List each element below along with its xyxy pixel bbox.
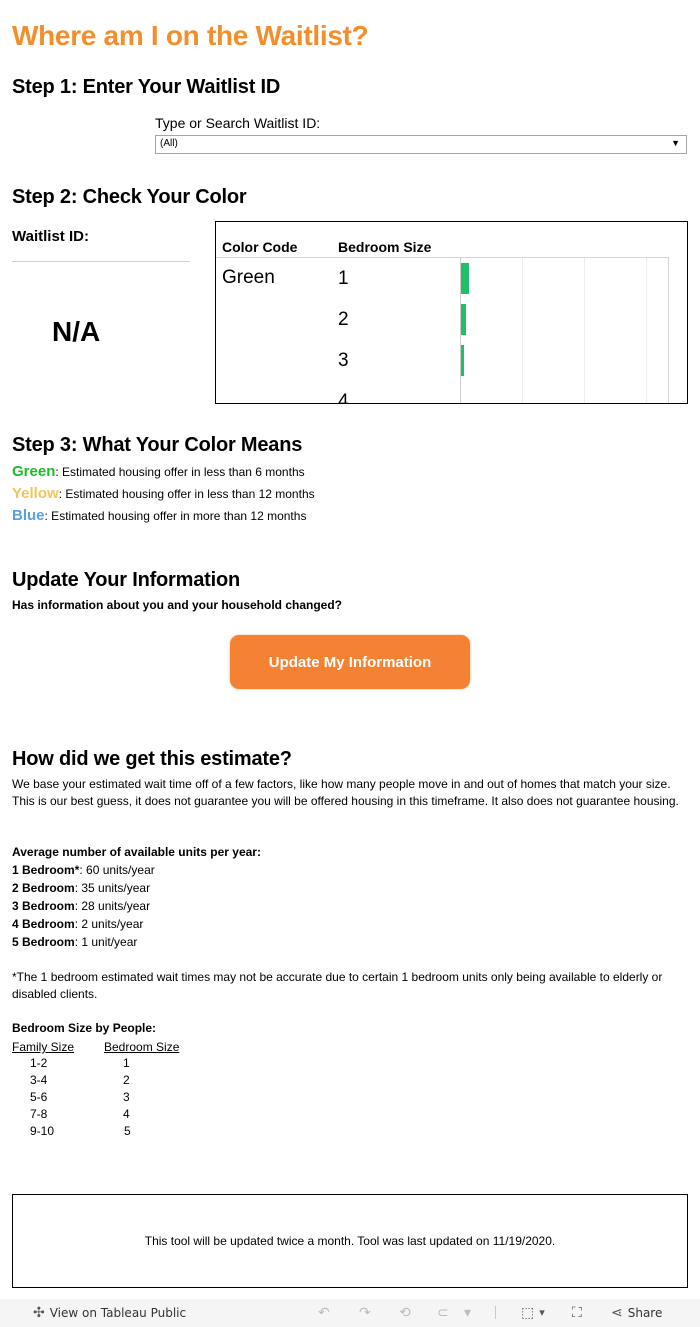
gridline-1 — [522, 258, 523, 403]
bedroom-size-cell: 1 — [123, 1056, 130, 1070]
bedroom-size-cell: 5 — [124, 1124, 131, 1138]
waitlist-id-value: N/A — [52, 316, 101, 347]
units-row-5: 5 Bedroom: 1 unit/year — [12, 935, 137, 949]
units-value: : 2 units/year — [74, 917, 144, 931]
tableau-logo-icon: ✣ — [33, 1305, 45, 1321]
estimate-heading: How did we get this estimate? — [12, 748, 292, 770]
step2-heading: Step 2: Check Your Color — [12, 186, 247, 208]
chevron-down-icon: ▾ — [539, 1306, 545, 1319]
units-label: 5 Bedroom — [12, 935, 75, 949]
legend-yellow-name: Yellow — [12, 485, 59, 502]
tableau-toolbar: ✣ View on Tableau Public ↶ ↷ ⟲ ⊂ ▾ ⬚ ▾ ⛶… — [0, 1299, 700, 1327]
chart-right-border — [668, 258, 669, 403]
units-heading: Average number of available units per ye… — [12, 845, 261, 859]
update-heading: Update Your Information — [12, 569, 240, 591]
bar-bedroom-3[interactable] — [461, 345, 464, 376]
bedroom-label-2: 2 — [338, 309, 349, 330]
family-size-cell: 5-6 — [30, 1090, 48, 1104]
undo-icon: ↶ — [318, 1305, 330, 1321]
col-header-color-code: Color Code — [222, 239, 298, 255]
share-label: Share — [627, 1306, 663, 1320]
bar-bedroom-1[interactable] — [461, 263, 469, 294]
update-note-box: This tool will be updated twice a month.… — [12, 1194, 688, 1288]
legend-green-name: Green — [12, 463, 56, 480]
units-row-1: 1 Bedroom*: 60 units/year — [12, 863, 155, 877]
fullscreen-icon: ⛶ — [572, 1305, 582, 1321]
units-label: 1 Bedroom* — [12, 863, 80, 877]
legend-blue-desc: : Estimated housing offer in more than 1… — [44, 509, 307, 523]
share-button[interactable]: ⋖ Share — [611, 1305, 662, 1321]
bedroom-label-1: 1 — [338, 268, 349, 289]
family-size-cell: 9-10 — [30, 1124, 55, 1138]
family-size-cell: 7-8 — [30, 1107, 48, 1121]
size-heading: Bedroom Size by People: — [12, 1021, 157, 1035]
waitlist-filter-label: Type or Search Waitlist ID: — [155, 115, 321, 131]
refresh-icon: ⊂ — [437, 1305, 449, 1321]
units-value: : 1 unit/year — [74, 935, 138, 949]
header-divider — [216, 257, 669, 258]
family-size-cell: 1-2 — [30, 1056, 48, 1070]
revert-button[interactable]: ⟲ — [399, 1305, 411, 1321]
bedroom-size-cell: 3 — [123, 1090, 130, 1104]
waitlist-id-dropdown[interactable]: (All) ▼ — [155, 135, 687, 154]
col-header-bedroom-size-table: Bedroom Size — [104, 1040, 180, 1054]
legend-yellow-desc: : Estimated housing offer in less than 1… — [58, 487, 315, 501]
col-header-bedroom-size: Bedroom Size — [338, 239, 432, 255]
update-question: Has information about you and your house… — [12, 598, 343, 612]
revert-icon: ⟲ — [399, 1305, 411, 1321]
update-note-text: This tool will be updated twice a month.… — [144, 1234, 556, 1248]
units-row-3: 3 Bedroom: 28 units/year — [12, 899, 150, 913]
chevron-down-icon: ▾ — [464, 1305, 472, 1321]
refresh-menu-button[interactable]: ▾ — [464, 1305, 471, 1321]
legend-green: Green: Estimated housing offer in less t… — [12, 463, 305, 480]
toolbar-separator — [495, 1306, 496, 1319]
gridline-2 — [584, 258, 585, 403]
legend-blue-name: Blue — [12, 507, 45, 524]
units-value: : 28 units/year — [74, 899, 151, 913]
undo-button[interactable]: ↶ — [318, 1305, 330, 1321]
units-label: 3 Bedroom — [12, 899, 75, 913]
units-label: 4 Bedroom — [12, 917, 75, 931]
family-size-cell: 3-4 — [30, 1073, 48, 1087]
dropdown-arrow-icon: ▼ — [671, 138, 680, 148]
footnote: *The 1 bedroom estimated wait times may … — [12, 970, 663, 1001]
update-my-information-button[interactable]: Update My Information — [230, 635, 470, 689]
download-button[interactable]: ⬚ ▾ — [521, 1305, 545, 1321]
step1-heading: Step 1: Enter Your Waitlist ID — [12, 76, 281, 98]
waitlist-id-label: Waitlist ID: — [12, 228, 89, 245]
share-icon: ⋖ — [611, 1305, 623, 1321]
refresh-button[interactable]: ⊂ — [437, 1305, 449, 1321]
units-row-4: 4 Bedroom: 2 units/year — [12, 917, 143, 931]
step3-heading: Step 3: What Your Color Means — [12, 434, 303, 456]
color-code-value: Green — [222, 267, 275, 288]
units-value: : 35 units/year — [74, 881, 151, 895]
view-on-tableau-public-link[interactable]: ✣ View on Tableau Public — [33, 1305, 186, 1321]
view-on-tableau-label: View on Tableau Public — [49, 1306, 187, 1320]
download-icon: ⬚ — [521, 1305, 535, 1321]
gridline-3 — [646, 258, 647, 403]
legend-yellow: Yellow: Estimated housing offer in less … — [12, 485, 315, 502]
units-row-2: 2 Bedroom: 35 units/year — [12, 881, 150, 895]
bedroom-label-4: 4 — [338, 391, 349, 404]
units-label: 2 Bedroom — [12, 881, 75, 895]
col-header-family-size: Family Size — [12, 1040, 75, 1054]
redo-button[interactable]: ↷ — [359, 1305, 371, 1321]
bedroom-size-cell: 2 — [123, 1073, 130, 1087]
dropdown-value: (All) — [160, 138, 178, 149]
bar-bedroom-2[interactable] — [461, 304, 466, 335]
redo-icon: ↷ — [359, 1305, 371, 1321]
legend-green-desc: : Estimated housing offer in less than 6… — [55, 465, 305, 479]
legend-blue: Blue: Estimated housing offer in more th… — [12, 507, 306, 524]
estimate-paragraph: We base your estimated wait time off of … — [12, 777, 679, 808]
page-title: Where am I on the Waitlist? — [12, 20, 369, 51]
color-code-chart: Color Code Bedroom Size Green 1 2 3 4 — [215, 221, 688, 404]
fullscreen-button[interactable]: ⛶ — [572, 1305, 582, 1321]
divider — [12, 261, 190, 262]
bedroom-label-3: 3 — [338, 350, 349, 371]
bedroom-size-cell: 4 — [123, 1107, 130, 1121]
units-value: : 60 units/year — [79, 863, 155, 877]
